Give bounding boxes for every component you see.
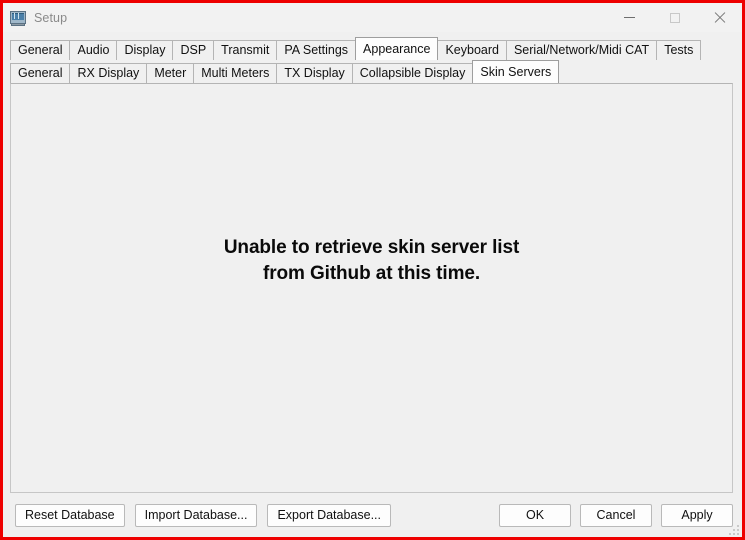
- tab-label: Serial/Network/Midi CAT: [513, 43, 650, 58]
- subtab-collapsible-display[interactable]: Collapsible Display: [351, 63, 474, 83]
- secondary-tab-strip: General RX Display Meter Multi Meters TX…: [10, 60, 742, 83]
- maximize-icon: [669, 12, 680, 23]
- dialog-body: General Audio Display DSP Transmit PA Se…: [3, 32, 742, 537]
- tab-label: Appearance: [363, 41, 431, 56]
- tab-keyboard[interactable]: Keyboard: [437, 40, 507, 60]
- title-bar: Setup: [3, 3, 742, 32]
- subtab-rx-display[interactable]: RX Display: [69, 63, 148, 83]
- resize-grip[interactable]: [727, 523, 739, 535]
- tab-label: TX Display: [284, 66, 345, 81]
- ok-button[interactable]: OK: [499, 503, 571, 527]
- tab-transmit[interactable]: Transmit: [213, 40, 278, 60]
- tab-label: Keyboard: [445, 43, 499, 58]
- window-controls: [607, 3, 742, 32]
- button-label: Reset Database: [25, 508, 115, 522]
- subtab-skin-servers[interactable]: Skin Servers: [472, 60, 560, 83]
- tab-label: Audio: [77, 43, 110, 58]
- minimize-button[interactable]: [607, 3, 652, 32]
- button-label: Export Database...: [277, 508, 381, 522]
- status-message-line-1: Unable to retrieve skin server list: [223, 237, 520, 259]
- subtab-general[interactable]: General: [10, 63, 71, 83]
- dialog-button-bar: Reset Database Import Database... Export…: [3, 493, 742, 537]
- tab-label: Meter: [154, 66, 187, 81]
- tab-tests[interactable]: Tests: [656, 40, 702, 60]
- tab-pa-settings[interactable]: PA Settings: [276, 40, 357, 60]
- subtab-multi-meters[interactable]: Multi Meters: [193, 63, 278, 83]
- reset-database-button[interactable]: Reset Database: [15, 503, 125, 527]
- tab-dsp[interactable]: DSP: [172, 40, 215, 60]
- setup-dialog-window: Setup General Audio Display DSP Transmit…: [0, 0, 745, 540]
- tab-display[interactable]: Display: [116, 40, 174, 60]
- export-database-button[interactable]: Export Database...: [267, 503, 391, 527]
- tab-label: Collapsible Display: [359, 66, 466, 81]
- tab-label: PA Settings: [284, 43, 349, 58]
- cancel-button[interactable]: Cancel: [580, 503, 652, 527]
- primary-tab-strip: General Audio Display DSP Transmit PA Se…: [10, 37, 742, 60]
- tab-label: Display: [124, 43, 166, 58]
- status-message: Unable to retrieve skin server list from…: [224, 235, 519, 286]
- import-database-button[interactable]: Import Database...: [134, 503, 258, 527]
- window-title: Setup: [34, 10, 68, 25]
- subtab-tx-display[interactable]: TX Display: [276, 63, 353, 83]
- close-icon: [714, 12, 726, 24]
- maximize-button[interactable]: [652, 3, 697, 32]
- database-button-group: Reset Database Import Database... Export…: [15, 503, 391, 527]
- tab-general[interactable]: General: [10, 40, 71, 60]
- button-label: Import Database...: [144, 508, 248, 522]
- apply-button[interactable]: Apply: [661, 503, 733, 527]
- tab-label: General: [18, 43, 63, 58]
- tab-label: RX Display: [77, 66, 140, 81]
- tab-label: Transmit: [221, 43, 270, 58]
- button-label: Apply: [681, 508, 713, 522]
- tab-appearance[interactable]: Appearance: [355, 37, 439, 60]
- close-button[interactable]: [697, 3, 742, 32]
- tab-label: General: [18, 66, 63, 81]
- subtab-meter[interactable]: Meter: [146, 63, 195, 83]
- tab-label: Tests: [664, 43, 694, 58]
- tab-label: Multi Meters: [201, 66, 270, 81]
- tab-audio[interactable]: Audio: [69, 40, 118, 60]
- dialog-action-button-group: OK Cancel Apply: [499, 503, 733, 527]
- minimize-icon: [624, 17, 635, 18]
- tab-label: Skin Servers: [480, 64, 552, 79]
- application-icon: [10, 10, 26, 26]
- status-message-line-2: from Github at this time.: [262, 262, 481, 284]
- button-label: OK: [525, 508, 545, 522]
- skin-servers-panel: Unable to retrieve skin server list from…: [10, 83, 733, 493]
- tab-label: DSP: [180, 43, 207, 58]
- button-label: Cancel: [596, 508, 636, 522]
- tab-serial-network-midi-cat[interactable]: Serial/Network/Midi CAT: [505, 40, 658, 60]
